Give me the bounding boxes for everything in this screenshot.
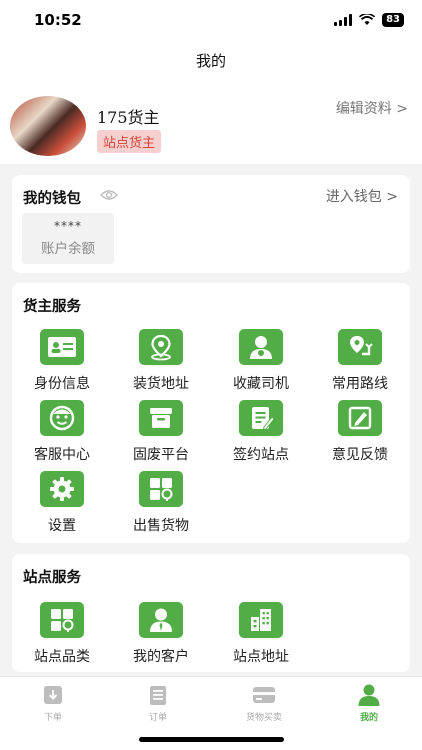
station-services-title: 站点服务 bbox=[23, 570, 81, 586]
tab-label: 订单 bbox=[148, 713, 167, 723]
edit-pen-icon bbox=[338, 400, 382, 436]
location-pin-icon bbox=[139, 329, 183, 365]
building-icon bbox=[239, 602, 283, 638]
shipper-services-card: 货主服务 身份信息 装货地址 收藏司机 常用路线 客服中心 固废平台 签约站点 … bbox=[12, 283, 410, 543]
profile-name: 175货主 bbox=[97, 108, 160, 127]
service-label: 意见反馈 bbox=[332, 447, 388, 463]
service-label: 装货地址 bbox=[133, 376, 189, 392]
service-label: 出售货物 bbox=[133, 518, 189, 534]
service-label: 站点品类 bbox=[34, 649, 90, 665]
order-download-icon bbox=[44, 686, 62, 704]
trade-icon bbox=[253, 687, 275, 703]
service-customer-center[interactable]: 客服中心 bbox=[12, 396, 112, 466]
page-title: 我的 bbox=[195, 52, 226, 70]
service-solid-waste-platform[interactable]: 固废平台 bbox=[111, 396, 211, 466]
battery-icon: 83 bbox=[382, 13, 404, 27]
shipper-services-title: 货主服务 bbox=[23, 299, 81, 315]
wallet-title: 我的钱包 bbox=[23, 191, 81, 207]
service-sell-goods[interactable]: 出售货物 bbox=[111, 467, 211, 537]
service-label: 身份信息 bbox=[34, 376, 90, 392]
profile-header: 175货主 站点货主 编辑资料 > bbox=[0, 84, 422, 164]
home-indicator bbox=[139, 737, 284, 742]
service-favorite-drivers[interactable]: 收藏司机 bbox=[211, 325, 311, 395]
service-feedback[interactable]: 意见反馈 bbox=[310, 396, 410, 466]
tab-goods-trade[interactable]: 货物买卖 bbox=[211, 683, 317, 733]
category-icon bbox=[40, 602, 84, 638]
service-my-customers[interactable]: 我的客户 bbox=[111, 598, 211, 668]
tab-mine[interactable]: 我的 bbox=[316, 683, 422, 733]
service-label: 收藏司机 bbox=[233, 376, 289, 392]
service-contracted-stations[interactable]: 签约站点 bbox=[211, 396, 311, 466]
enter-wallet-link[interactable]: 进入钱包 > bbox=[326, 186, 398, 206]
edit-profile-link[interactable]: 编辑资料 > bbox=[336, 98, 408, 118]
tab-orders[interactable]: 订单 bbox=[105, 683, 211, 733]
tab-label: 我的 bbox=[359, 713, 378, 723]
service-label: 站点地址 bbox=[233, 649, 289, 665]
archive-box-icon bbox=[139, 400, 183, 436]
balance-label: 账户余额 bbox=[41, 241, 95, 257]
tab-label: 下单 bbox=[43, 713, 62, 723]
service-label: 我的客户 bbox=[133, 649, 189, 665]
wallet-card: 我的钱包 进入钱包 > **** 账户余额 bbox=[12, 175, 410, 273]
role-badge: 站点货主 bbox=[97, 130, 162, 153]
balance-box[interactable]: **** 账户余额 bbox=[22, 213, 114, 264]
status-icons: 83 bbox=[334, 13, 404, 27]
status-bar: 10:52 83 bbox=[0, 0, 422, 44]
service-identity-info[interactable]: 身份信息 bbox=[12, 325, 112, 395]
balance-value: **** bbox=[54, 219, 82, 233]
nav-bar: 我的 bbox=[0, 44, 422, 84]
service-label: 客服中心 bbox=[34, 447, 90, 463]
eye-icon[interactable] bbox=[100, 189, 118, 201]
avatar[interactable] bbox=[10, 96, 86, 156]
tab-place-order[interactable]: 下单 bbox=[0, 683, 106, 733]
wifi-icon bbox=[359, 14, 376, 25]
customer-icon bbox=[139, 602, 183, 638]
service-station-address[interactable]: 站点地址 bbox=[211, 598, 311, 668]
gear-icon bbox=[40, 471, 84, 507]
signal-icon bbox=[334, 14, 353, 26]
service-label: 设置 bbox=[48, 518, 76, 534]
contract-icon bbox=[239, 400, 283, 436]
service-label: 签约站点 bbox=[233, 447, 289, 463]
service-label: 常用路线 bbox=[332, 376, 388, 392]
route-icon bbox=[338, 329, 382, 365]
customer-service-icon bbox=[40, 400, 84, 436]
sell-goods-icon bbox=[139, 471, 183, 507]
service-common-routes[interactable]: 常用路线 bbox=[310, 325, 410, 395]
status-time: 10:52 bbox=[34, 11, 82, 29]
service-settings[interactable]: 设置 bbox=[12, 467, 112, 537]
service-label: 固废平台 bbox=[133, 447, 189, 463]
service-loading-address[interactable]: 装货地址 bbox=[111, 325, 211, 395]
tab-label: 货物买卖 bbox=[245, 713, 282, 723]
clipboard-icon bbox=[150, 686, 166, 705]
service-station-categories[interactable]: 站点品类 bbox=[12, 598, 112, 668]
station-services-card: 站点服务 站点品类 我的客户 站点地址 bbox=[12, 554, 410, 672]
driver-icon bbox=[239, 329, 283, 365]
id-card-icon bbox=[40, 329, 84, 365]
person-icon bbox=[358, 684, 380, 706]
